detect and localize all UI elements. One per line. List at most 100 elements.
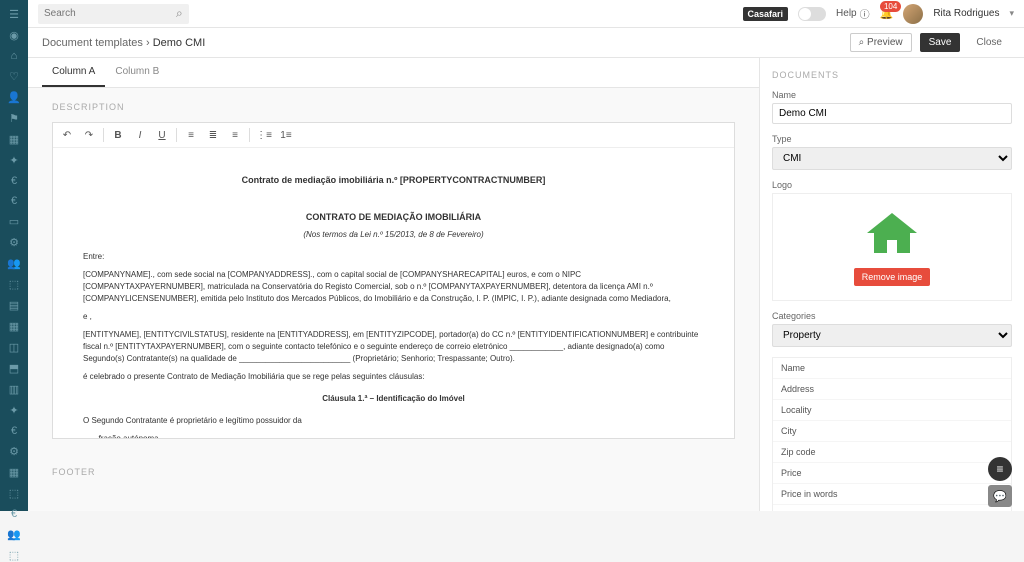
tab-column-a[interactable]: Column A [42, 58, 105, 87]
notifications-icon[interactable]: 🔔104 [880, 7, 894, 20]
type-label: Type [772, 134, 1012, 144]
rail-item-21[interactable]: ⚙ [6, 445, 22, 458]
avatar[interactable] [903, 4, 923, 24]
right-panel: DOCUMENTS Name Type CMI Logo Remove imag… [759, 58, 1024, 511]
field-item[interactable]: Address [773, 379, 1011, 400]
list-ul-icon[interactable]: ⋮≡ [256, 127, 272, 143]
categories-label: Categories [772, 311, 1012, 321]
editor-body[interactable]: Contrato de mediação imobiliária n.º [PR… [53, 148, 734, 438]
rail-item-19[interactable]: ✦ [6, 404, 22, 417]
align-right-icon[interactable]: ≡ [227, 127, 243, 143]
search-box[interactable]: ⌕ [38, 4, 189, 24]
rail-item-7[interactable]: ✦ [6, 154, 22, 167]
left-pane: Column A Column B DESCRIPTION ↶ ↷ B I U [28, 58, 759, 511]
field-item[interactable]: Price [773, 463, 1011, 484]
doc-p5: ___ fração autónoma [83, 433, 704, 439]
breadcrumb-root[interactable]: Document templates [42, 37, 143, 49]
undo-icon[interactable]: ↶ [59, 127, 75, 143]
rail-item-22[interactable]: ▦ [6, 466, 22, 479]
user-menu-chevron[interactable]: ▾ [1009, 8, 1014, 19]
rail-item-9[interactable]: € [6, 195, 22, 207]
doc-p4: O Segundo Contratante é proprietário e l… [83, 415, 704, 427]
logo-preview: Remove image [772, 193, 1012, 301]
doc-contract-line: Contrato de mediação imobiliária n.º [PR… [83, 174, 704, 188]
rail-item-3[interactable]: ♡ [6, 70, 22, 83]
redo-icon[interactable]: ↷ [81, 127, 97, 143]
remove-image-button[interactable]: Remove image [854, 268, 931, 286]
rail-item-12[interactable]: 👥 [6, 257, 22, 270]
bold-icon[interactable]: B [110, 127, 126, 143]
doc-p2: [ENTITYNAME], [ENTITYCIVILSTATUS], resid… [83, 329, 704, 365]
search-input[interactable] [44, 8, 176, 19]
breadcrumb-sep: › [146, 37, 153, 49]
documents-heading: DOCUMENTS [772, 70, 1012, 80]
rail-item-16[interactable]: ◫ [6, 341, 22, 354]
doc-p3: é celebrado o presente Contrato de Media… [83, 371, 704, 383]
align-center-icon[interactable]: ≣ [205, 127, 221, 143]
help-link[interactable]: Help ⓘ [836, 6, 870, 21]
field-item[interactable]: Contract number [773, 505, 1011, 511]
rail-item-23[interactable]: ⬚ [6, 487, 22, 500]
logo-image [862, 208, 922, 258]
doc-p1: [COMPANYNAME]., com sede social na [COMP… [83, 269, 704, 305]
rail-item-2[interactable]: ⌂ [6, 50, 22, 62]
tab-column-b[interactable]: Column B [105, 58, 169, 87]
brand-toggle[interactable] [798, 7, 826, 21]
description-heading: DESCRIPTION [52, 102, 735, 112]
doc-subtitle: (Nos termos da Lei n.º 15/2013, de 8 de … [83, 229, 704, 241]
field-item[interactable]: Name [773, 358, 1011, 379]
brand-badge: Casafari [743, 7, 789, 21]
topbar: ⌕ Casafari Help ⓘ 🔔104 Rita Rodrigues ▾ [28, 0, 1024, 28]
username: Rita Rodrigues [933, 8, 999, 19]
rail-item-20[interactable]: € [6, 425, 22, 437]
notif-badge: 104 [880, 1, 901, 12]
rail-item-17[interactable]: ⬒ [6, 362, 22, 375]
menu-icon[interactable]: ☰ [6, 8, 22, 21]
field-item[interactable]: City [773, 421, 1011, 442]
help-icon: ⓘ [860, 6, 870, 21]
save-button[interactable]: Save [920, 33, 961, 52]
column-tabs: Column A Column B [28, 58, 759, 88]
field-item[interactable]: Zip code [773, 442, 1011, 463]
preview-button[interactable]: ⌕ Preview [850, 33, 912, 52]
rail-item-24[interactable]: € [6, 508, 22, 520]
align-left-icon[interactable]: ≡ [183, 127, 199, 143]
italic-icon[interactable]: I [132, 127, 148, 143]
doc-e: e , [83, 311, 704, 323]
editor-toolbar: ↶ ↷ B I U ≡ ≣ ≡ ⋮≡ 1≡ [53, 123, 734, 148]
field-item[interactable]: Price in words [773, 484, 1011, 505]
rail-item-14[interactable]: ▤ [6, 299, 22, 312]
rail-item-13[interactable]: ⬚ [6, 278, 22, 291]
chat-fab[interactable]: 💬 [988, 485, 1012, 507]
underline-icon[interactable]: U [154, 127, 170, 143]
footer-heading: FOOTER [52, 467, 735, 477]
rail-item-4[interactable]: 👤 [6, 91, 22, 104]
rail-item-18[interactable]: ▥ [6, 383, 22, 396]
name-input[interactable] [772, 103, 1012, 124]
search-icon[interactable]: ⌕ [176, 6, 183, 21]
rail-item-26[interactable]: ⬚ [6, 549, 22, 562]
close-button[interactable]: Close [968, 34, 1010, 51]
doc-entre: Entre: [83, 251, 704, 263]
logo-label: Logo [772, 180, 1012, 190]
doc-heading: CONTRATO DE MEDIAÇÃO IMOBILIÁRIA [83, 211, 704, 225]
field-item[interactable]: Locality [773, 400, 1011, 421]
rail-item-11[interactable]: ⚙ [6, 236, 22, 249]
field-list: Name Address Locality City Zip code Pric… [772, 357, 1012, 511]
rail-item-6[interactable]: ▦ [6, 133, 22, 146]
fab-button[interactable]: ≡ [988, 457, 1012, 481]
page-toolbar: Document templates › Demo CMI ⌕ Preview … [28, 28, 1024, 58]
description-editor: ↶ ↷ B I U ≡ ≣ ≡ ⋮≡ 1≡ [52, 122, 735, 439]
type-select[interactable]: CMI [772, 147, 1012, 170]
eye-icon: ⌕ [859, 37, 865, 48]
list-ol-icon[interactable]: 1≡ [278, 127, 294, 143]
side-rail: ☰ ◉ ⌂ ♡ 👤 ⚑ ▦ ✦ € € ▭ ⚙ 👥 ⬚ ▤ ▦ ◫ ⬒ ▥ ✦ … [0, 0, 28, 511]
rail-item-25[interactable]: 👥 [6, 528, 22, 541]
rail-item-15[interactable]: ▦ [6, 320, 22, 333]
rail-item-10[interactable]: ▭ [6, 215, 22, 228]
rail-item-8[interactable]: € [6, 175, 22, 187]
rail-item-5[interactable]: ⚑ [6, 112, 22, 125]
rail-item-1[interactable]: ◉ [6, 29, 22, 42]
categories-select[interactable]: Property [772, 324, 1012, 347]
breadcrumb-current: Demo CMI [153, 37, 206, 49]
